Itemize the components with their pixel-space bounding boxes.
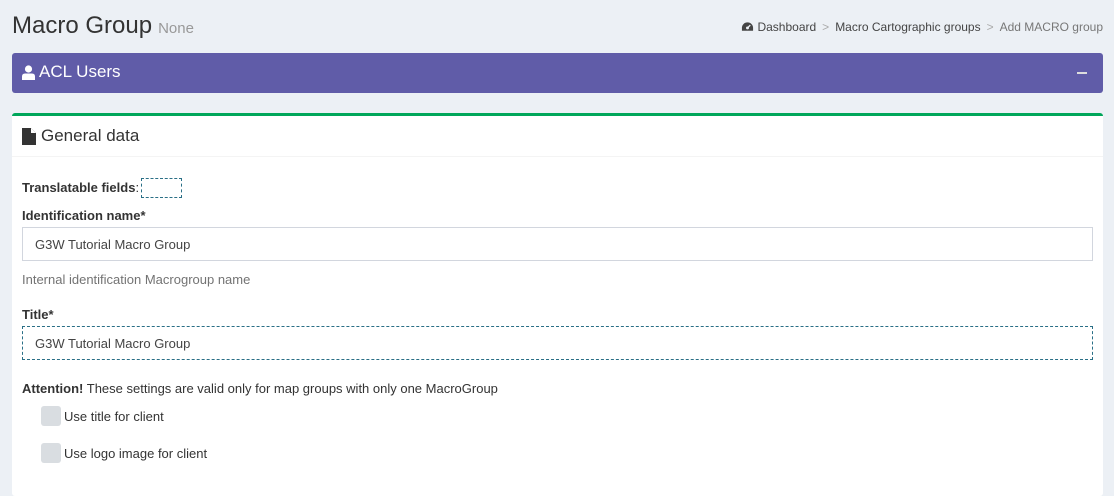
- identification-name-help: Internal identification Macrogroup name: [22, 272, 251, 287]
- use-title-label: Use title for client: [64, 408, 164, 424]
- acl-users-title-text: ACL Users: [39, 62, 121, 81]
- identification-name-input[interactable]: [22, 227, 1093, 261]
- general-data-title: General data: [22, 126, 139, 146]
- breadcrumb: Dashboard > Macro Cartographic groups > Add …: [741, 20, 1103, 34]
- breadcrumb-macro-groups[interactable]: Macro Cartographic groups: [835, 20, 980, 34]
- translatable-fields-row: Translatable fields:: [22, 178, 183, 198]
- breadcrumb-dashboard[interactable]: Dashboard: [741, 20, 816, 34]
- use-logo-label: Use logo image for client: [64, 445, 208, 461]
- use-title-checkbox[interactable]: [41, 406, 61, 426]
- page-title: Macro Group None: [12, 12, 194, 40]
- dashboard-icon: [742, 22, 754, 31]
- general-data-box: General data Translatable fields: Identi…: [12, 113, 1103, 496]
- general-data-title-text: General data: [41, 126, 140, 145]
- breadcrumb-separator: >: [822, 20, 830, 34]
- user-icon: [22, 64, 35, 80]
- use-logo-row: Use logo image for client: [41, 443, 207, 463]
- translatable-fields-colon: :: [135, 180, 140, 195]
- use-logo-checkbox[interactable]: [41, 443, 61, 463]
- acl-users-title: ACL Users: [22, 62, 121, 82]
- file-icon: [22, 127, 36, 145]
- attention-note: Attention! These settings are valid only…: [22, 381, 498, 396]
- breadcrumb-dashboard-label: Dashboard: [757, 20, 817, 34]
- title-input[interactable]: [22, 326, 1093, 360]
- attention-text: These settings are valid only for map gr…: [83, 381, 498, 396]
- content-header: Macro Group None Dashboard > Macro Cartogra…: [12, 10, 1103, 42]
- page-title-text: Macro Group: [12, 12, 153, 39]
- page-subtitle: None: [158, 20, 194, 37]
- breadcrumb-current: Add MACRO group: [999, 20, 1103, 34]
- use-title-row: Use title for client: [41, 406, 164, 426]
- breadcrumb-separator: >: [986, 20, 994, 34]
- general-data-header: General data: [12, 116, 1103, 157]
- attention-strong: Attention!: [22, 381, 84, 396]
- identification-name-label: Identification name*: [22, 208, 146, 223]
- title-label: Title*: [22, 307, 54, 322]
- translatable-fields-label: Translatable fields: [22, 180, 136, 195]
- minus-icon: [1077, 72, 1087, 74]
- collapse-button[interactable]: [1077, 63, 1089, 83]
- acl-users-box: ACL Users: [12, 53, 1103, 93]
- translatable-fields-box: [141, 178, 183, 198]
